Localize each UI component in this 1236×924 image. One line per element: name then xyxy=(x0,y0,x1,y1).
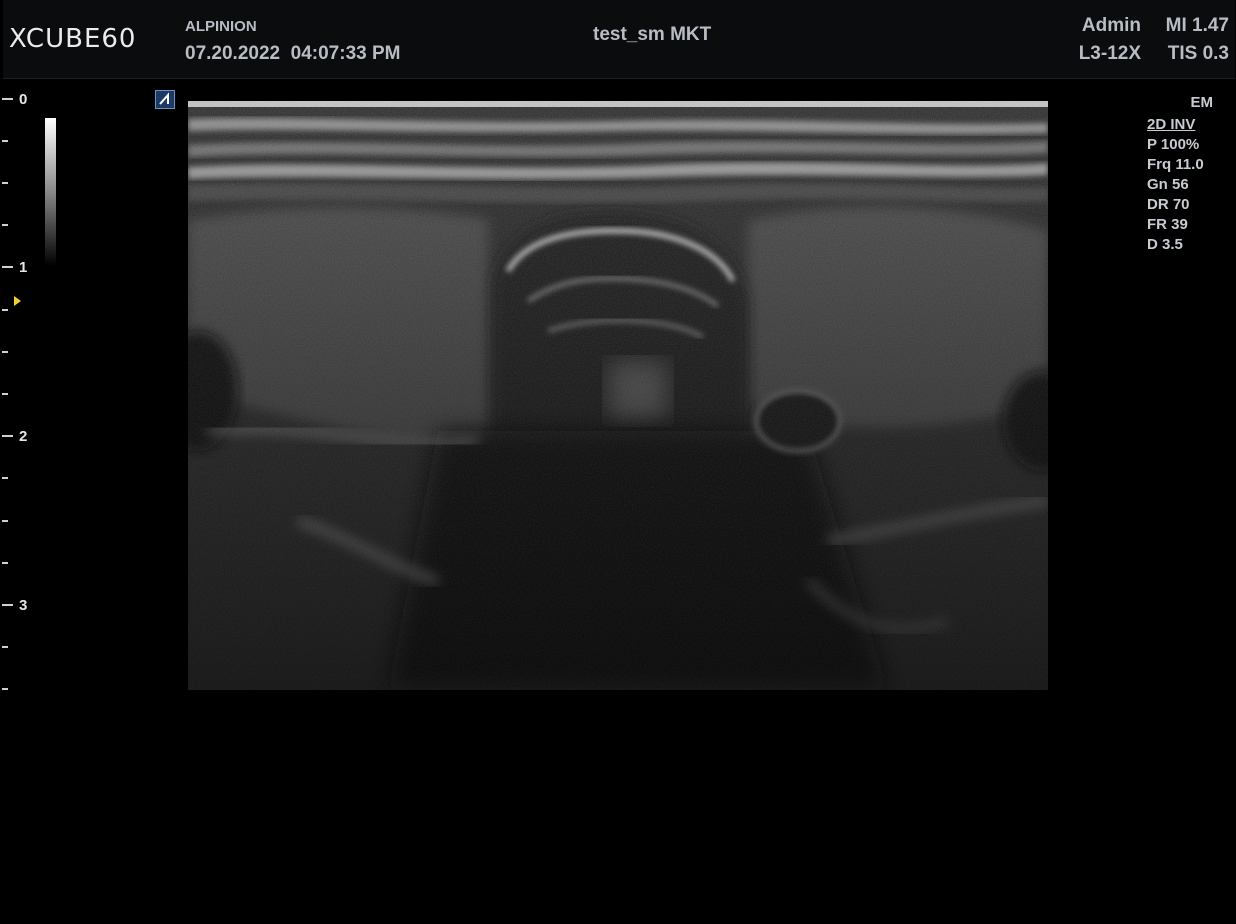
depth-label-0: 0 xyxy=(19,91,28,108)
exam-time: 04:07:33 PM xyxy=(290,43,401,64)
depth-tick xyxy=(2,351,8,353)
depth-tick xyxy=(2,98,13,100)
ultrasound-image-drawing xyxy=(188,101,1048,690)
param-gain: Gn 56 xyxy=(1147,176,1189,193)
depth-label-3: 3 xyxy=(19,597,28,614)
depth-tick xyxy=(2,435,13,437)
depth-tick xyxy=(2,604,13,606)
focus-marker-icon[interactable] xyxy=(14,296,21,306)
exam-date: 07.20.2022 xyxy=(185,43,281,64)
depth-label-1: 1 xyxy=(19,259,28,276)
depth-tick xyxy=(2,224,8,226)
param-frame-rate: FR 39 xyxy=(1147,216,1188,233)
probe-name: L3-12X xyxy=(1078,43,1141,64)
depth-scale: 0 1 2 3 xyxy=(0,90,40,700)
param-power: P 100% xyxy=(1147,136,1200,153)
depth-tick xyxy=(2,520,8,522)
exam-datetime: 07.20.2022 04:07:33 PM xyxy=(185,43,401,65)
mechanical-index: MI 1.47 xyxy=(1165,15,1229,36)
ultrasound-screen: XCUBE60 ALPINION 07.20.2022 04:07:33 PM … xyxy=(0,0,1236,924)
user-name: Admin xyxy=(1081,15,1141,36)
ultrasound-image[interactable] xyxy=(188,101,1048,690)
param-dynamic-range: DR 70 xyxy=(1147,196,1190,213)
manufacturer-label: ALPINION xyxy=(185,18,257,35)
depth-tick xyxy=(2,266,13,268)
param-frequency: Frq 11.0 xyxy=(1147,156,1204,173)
depth-tick xyxy=(2,309,8,311)
depth-tick xyxy=(2,562,8,564)
gray-map-bar xyxy=(45,118,56,266)
param-em: EM xyxy=(1190,94,1214,111)
param-depth: D 3.5 xyxy=(1147,236,1183,253)
depth-tick xyxy=(2,140,8,142)
orientation-marker-icon xyxy=(155,90,175,109)
depth-tick xyxy=(2,688,8,690)
depth-tick xyxy=(2,182,8,184)
depth-tick xyxy=(2,393,8,395)
imaging-parameters: EM 2D INV P 100% Frq 11.0 Gn 56 DR 70 FR… xyxy=(1147,94,1233,255)
depth-label-2: 2 xyxy=(19,428,28,445)
depth-tick xyxy=(2,646,8,648)
system-logo: XCUBE60 xyxy=(9,24,137,54)
depth-tick xyxy=(2,477,8,479)
param-mode[interactable]: 2D INV xyxy=(1147,115,1233,135)
patient-name: test_sm MKT xyxy=(593,24,712,45)
thermal-index: TIS 0.3 xyxy=(1167,43,1229,64)
header-bar: XCUBE60 ALPINION 07.20.2022 04:07:33 PM … xyxy=(3,0,1235,79)
